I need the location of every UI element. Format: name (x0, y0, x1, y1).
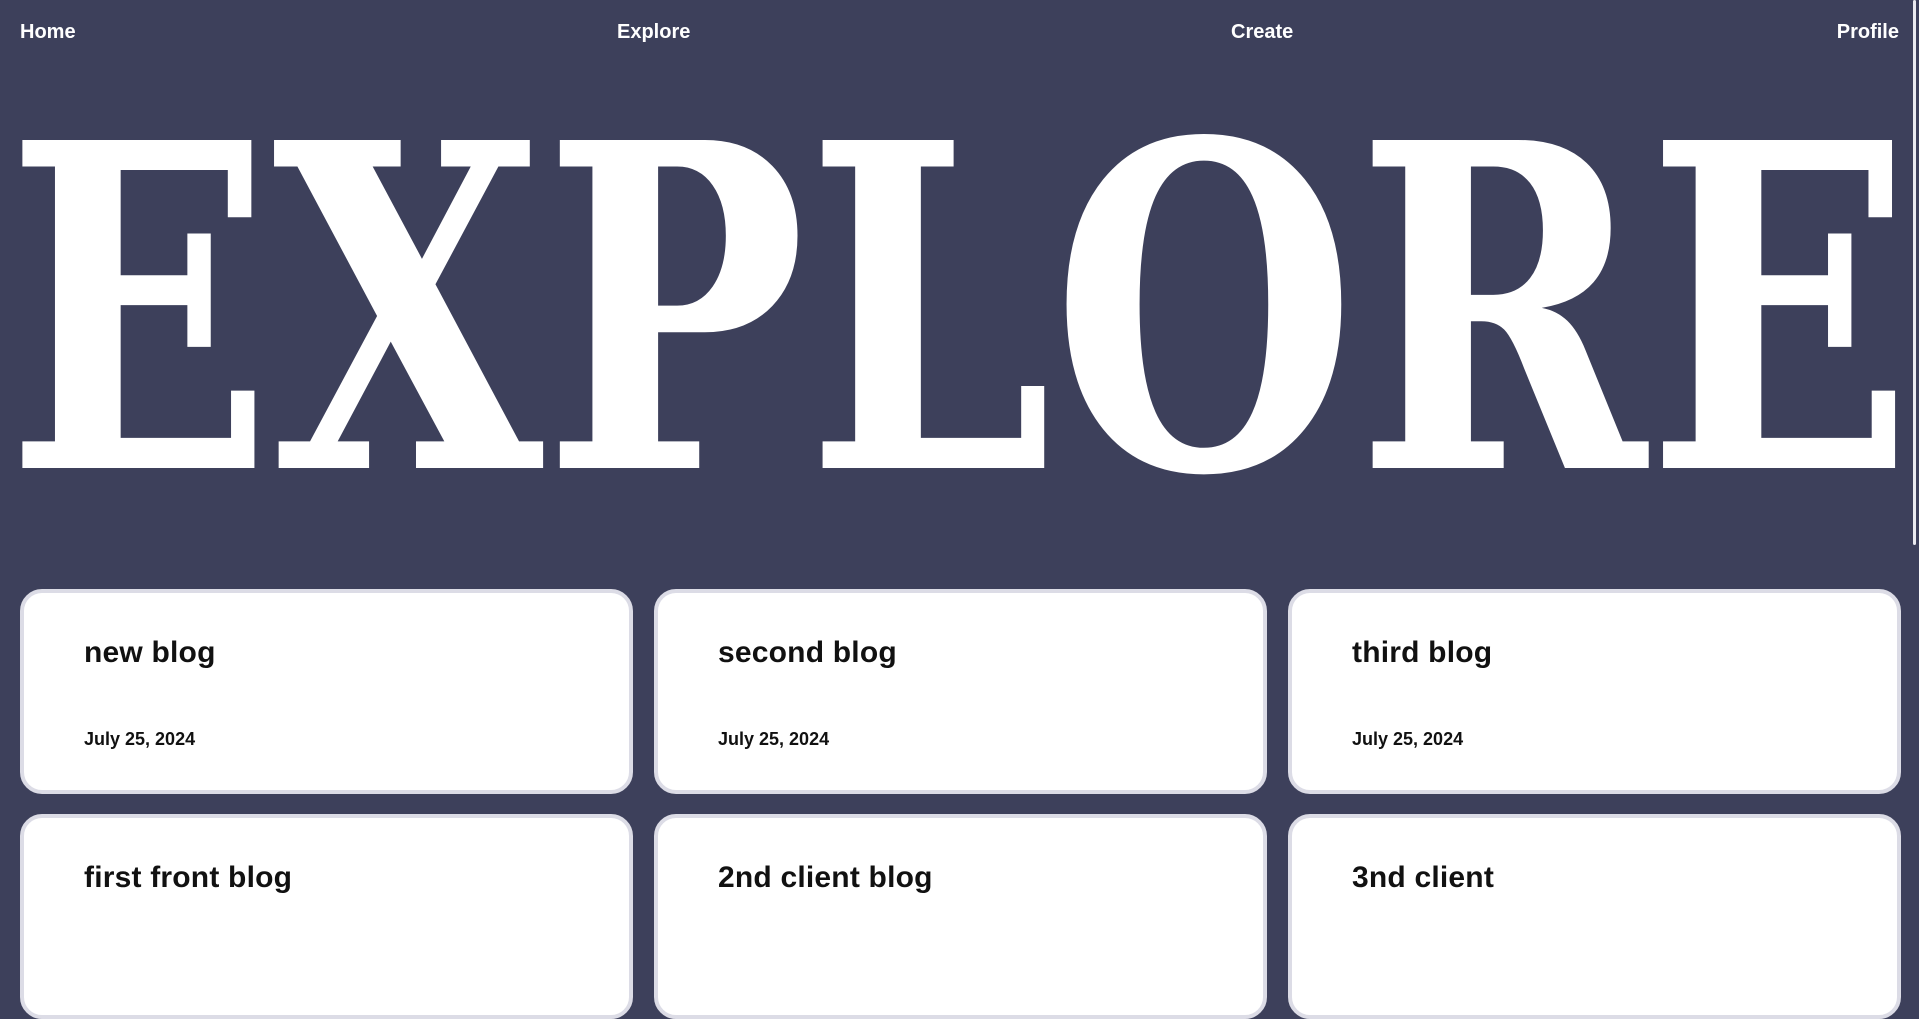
hero-title: EXPLORE (6, 128, 1913, 488)
blog-card-date: July 25, 2024 (1352, 729, 1464, 749)
hero-title-svg: EXPLORE (6, 128, 1913, 488)
blog-card-title: second blog (718, 636, 897, 669)
nav-link-explore[interactable]: Explore (617, 20, 690, 44)
page-scrollbar[interactable] (1909, 0, 1919, 876)
hero-banner: EXPLORE (0, 128, 1919, 488)
blog-card[interactable]: new blog July 25, 2024 (20, 589, 633, 794)
blog-card[interactable]: third blog July 25, 2024 (1288, 589, 1901, 794)
blog-card-title: 3nd client (1352, 861, 1495, 894)
blog-card[interactable]: first front blog (20, 814, 633, 1019)
blog-card-grid: new blog July 25, 2024 second blog July … (20, 589, 1901, 1019)
blog-card-title: third blog (1352, 636, 1493, 669)
scrollbar-thumb[interactable] (1913, 0, 1916, 545)
blog-card-title: new blog (84, 636, 216, 669)
nav-link-create[interactable]: Create (1231, 20, 1293, 44)
nav-link-home[interactable]: Home (20, 20, 76, 44)
blog-card-date: July 25, 2024 (84, 729, 196, 749)
top-navigation: Home Explore Create Profile (0, 0, 1919, 64)
blog-card[interactable]: second blog July 25, 2024 (654, 589, 1267, 794)
blog-card-title: first front blog (84, 861, 293, 894)
blog-card[interactable]: 3nd client (1288, 814, 1901, 1019)
blog-card-date: July 25, 2024 (718, 729, 830, 749)
blog-card-title: 2nd client blog (718, 861, 933, 894)
blog-card[interactable]: 2nd client blog (654, 814, 1267, 1019)
nav-link-profile[interactable]: Profile (1837, 20, 1899, 44)
